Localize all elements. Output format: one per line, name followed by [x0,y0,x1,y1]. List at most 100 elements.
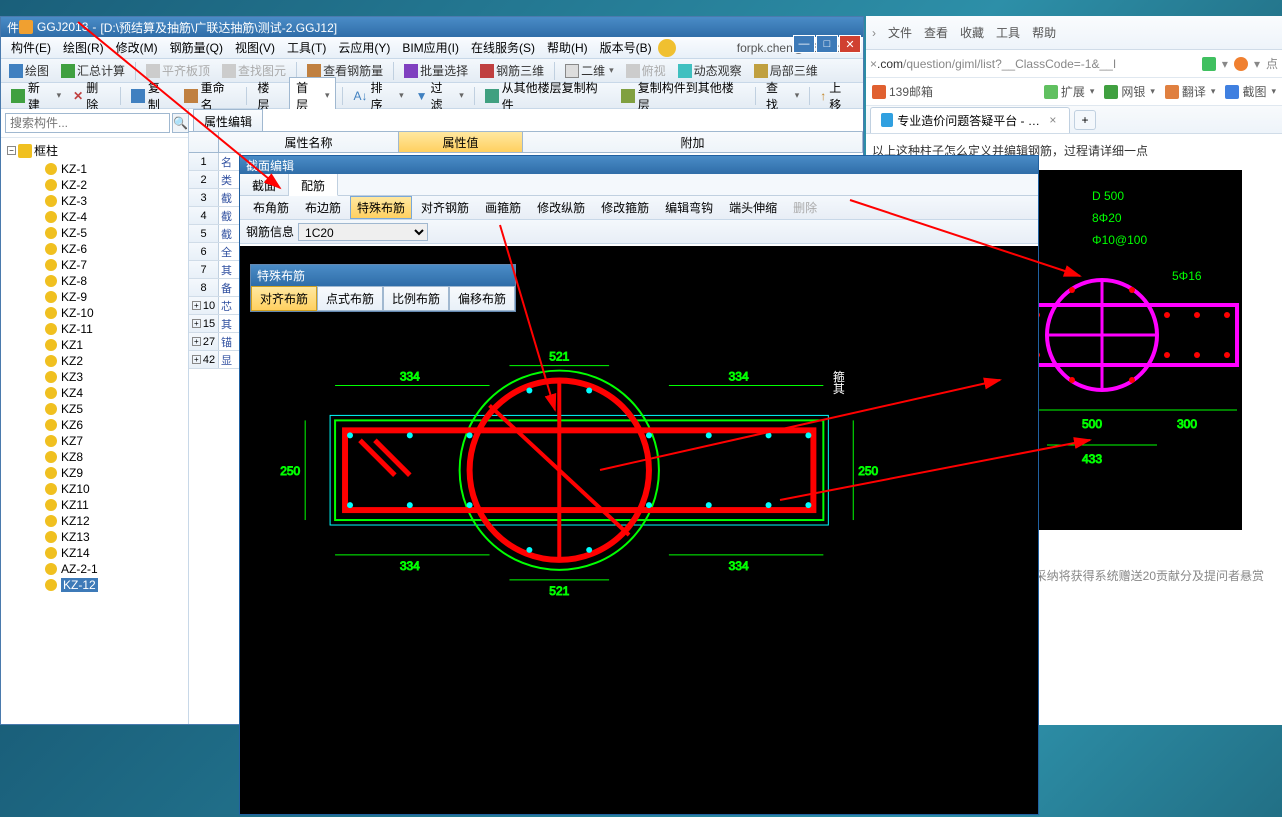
component-tree[interactable]: − 框柱 KZ-1KZ-2KZ-3KZ-4KZ-5KZ-6KZ-7KZ-8KZ-… [1,138,188,724]
menu-version[interactable]: 版本号(B) [594,37,658,58]
tool-special-bar[interactable]: 特殊布筋 [350,196,412,219]
expand-icon[interactable]: + [192,319,201,328]
tree-item[interactable]: KZ8 [3,449,186,465]
menu-bim[interactable]: BIM应用(I) [396,37,465,58]
expand-icon[interactable]: + [192,355,201,364]
tree-item[interactable]: KZ-9 [3,289,186,305]
browser-tab[interactable]: 专业造价问题答疑平台 - 广联达 × [870,107,1070,133]
tree-item[interactable]: KZ-1 [3,161,186,177]
tool-modify-long[interactable]: 修改纵筋 [530,196,592,219]
user-avatar-icon[interactable] [658,39,676,57]
menu-modify[interactable]: 修改(M) [110,37,164,58]
menu-component[interactable]: 构件(E) [5,37,57,58]
ext-extensions[interactable]: 扩展 [1044,83,1095,100]
popup-point-bar[interactable]: 点式布筋 [317,286,383,311]
search-button[interactable]: 🔍 [172,113,189,133]
browser-tabs: 专业造价问题答疑平台 - 广联达 × + [866,106,1282,134]
tree-item[interactable]: KZ-7 [3,257,186,273]
tree-item[interactable]: KZ9 [3,465,186,481]
tool-end-extend[interactable]: 端头伸缩 [722,196,784,219]
tree-item[interactable]: KZ6 [3,417,186,433]
menu-dots-icon[interactable]: 点 [1266,55,1278,72]
secure-icon[interactable] [1202,57,1216,71]
tab-section[interactable]: 截面 [240,174,289,195]
menu-tools[interactable]: 工具(T) [281,37,332,58]
rebar-info-select[interactable]: 1C20 [298,223,428,241]
ext-screenshot[interactable]: 截图 [1225,83,1276,100]
tree-item[interactable]: KZ14 [3,545,186,561]
minimize-button[interactable]: — [793,35,815,53]
menu-rebar[interactable]: 钢筋量(Q) [164,37,229,58]
search-input[interactable] [5,113,170,133]
menu-help[interactable]: 帮助(H) [541,37,594,58]
maximize-button[interactable]: □ [816,35,838,53]
tree-item[interactable]: KZ5 [3,401,186,417]
menubar: 构件(E) 绘图(R) 修改(M) 钢筋量(Q) 视图(V) 工具(T) 云应用… [1,37,863,59]
tool-align-bar[interactable]: 对齐钢筋 [414,196,476,219]
tree-item[interactable]: KZ-2 [3,177,186,193]
tab-close-icon[interactable]: × [1047,113,1059,127]
topview-icon [626,64,640,78]
tree-item[interactable]: KZ7 [3,433,186,449]
menu-online[interactable]: 在线服务(S) [465,37,541,58]
popup-ratio-bar[interactable]: 比例布筋 [383,286,449,311]
tool-draw-stirrup[interactable]: 画箍筋 [478,196,528,219]
popup-offset-bar[interactable]: 偏移布筋 [449,286,515,311]
tree-item[interactable]: AZ-2-1 [3,561,186,577]
menu-view[interactable]: 视图(V) [229,37,281,58]
new-tab-button[interactable]: + [1074,110,1096,130]
ext-bank[interactable]: 网银 [1104,83,1155,100]
tree-item[interactable]: KZ11 [3,497,186,513]
collapse-icon[interactable]: − [7,146,16,155]
tree-item[interactable]: KZ-3 [3,193,186,209]
tree-item[interactable]: KZ1 [3,337,186,353]
titlebar-prefix: 件 [7,19,19,36]
tree-item[interactable]: KZ-5 [3,225,186,241]
node-icon [45,515,57,527]
br-menu-help[interactable]: 帮助 [1032,24,1056,41]
tree-root-node[interactable]: − 框柱 [3,140,186,161]
br-menu-file[interactable]: 文件 [888,24,912,41]
node-icon [45,467,57,479]
menu-draw[interactable]: 绘图(R) [57,37,110,58]
dropdown-icon[interactable]: ▾ [1254,57,1260,71]
tree-item[interactable]: KZ-11 [3,321,186,337]
tree-item[interactable]: KZ-12 [3,577,186,593]
tree-item[interactable]: KZ-4 [3,209,186,225]
tree-item[interactable]: KZ3 [3,369,186,385]
node-icon [45,227,57,239]
br-menu-view[interactable]: 查看 [924,24,948,41]
tree-item[interactable]: KZ-8 [3,273,186,289]
tool-edit-hook[interactable]: 编辑弯钩 [658,196,720,219]
chevron-right-icon[interactable]: › [872,26,876,40]
tree-item[interactable]: KZ12 [3,513,186,529]
tool-edge-bar[interactable]: 布边筋 [298,196,348,219]
tree-item[interactable]: KZ-6 [3,241,186,257]
chevron-down-icon[interactable]: ▾ [1222,57,1228,71]
tab-rebar[interactable]: 配筋 [289,174,338,196]
tool-delete[interactable]: 删除 [786,196,824,219]
tree-item[interactable]: KZ2 [3,353,186,369]
tree-item[interactable]: KZ4 [3,385,186,401]
tool-modify-stirrup[interactable]: 修改箍筋 [594,196,656,219]
tool-corner-bar[interactable]: 布角筋 [246,196,296,219]
tree-item[interactable]: KZ10 [3,481,186,497]
tree-item[interactable]: KZ-10 [3,305,186,321]
ext-mail[interactable]: 139邮箱 [872,83,933,100]
section-canvas[interactable]: 334 334 521 334 334 521 250 250 箍其 [240,246,1038,814]
popup-align-bar[interactable]: 对齐布筋 [251,286,317,311]
property-tab[interactable]: 属性编辑 [193,109,263,133]
br-menu-fav[interactable]: 收藏 [960,24,984,41]
expand-icon[interactable]: + [192,337,201,346]
menu-cloud[interactable]: 云应用(Y) [332,37,396,58]
close-button[interactable]: ✕ [839,35,861,53]
shield-icon [1104,85,1118,99]
br-menu-tools[interactable]: 工具 [996,24,1020,41]
popup-title: 特殊布筋 [251,265,515,286]
ext-translate[interactable]: 翻译 [1165,83,1216,100]
url-display[interactable]: ×.com/question/giml/list?__ClassCode=-1&… [870,57,1196,71]
paw-icon[interactable] [1234,57,1248,71]
dialog-toolbar: 布角筋 布边筋 特殊布筋 对齐钢筋 画箍筋 修改纵筋 修改箍筋 编辑弯钩 端头伸… [240,196,1038,220]
expand-icon[interactable]: + [192,301,201,310]
tree-item[interactable]: KZ13 [3,529,186,545]
